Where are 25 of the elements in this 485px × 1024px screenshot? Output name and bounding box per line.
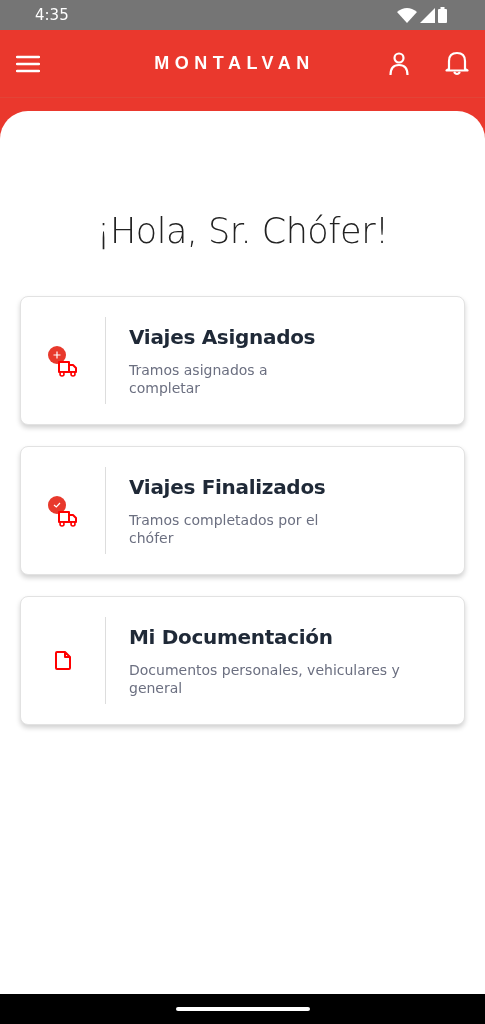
card-title: Viajes Finalizados <box>129 474 326 499</box>
menu-icon <box>16 54 40 73</box>
person-icon <box>389 51 409 76</box>
card-description: Tramos asignados a completar <box>129 360 269 397</box>
notifications-button[interactable] <box>445 51 469 76</box>
menu-card[interactable]: Mi Documentación Documentos personales, vehiculares y general <box>20 596 465 725</box>
card-title: Mi Documentación <box>129 624 334 649</box>
menu-card[interactable]: Viajes Finalizados Tramos completados por el chófer <box>20 446 465 575</box>
menu-card[interactable]: Viajes Asignados Tramos asignados a completar <box>20 296 465 425</box>
battery-icon <box>438 7 447 23</box>
app-title: MONTALVAN <box>153 53 316 74</box>
greeting: ¡Hola, Sr. Chófer! <box>95 210 390 253</box>
card-title: Viajes Asignados <box>129 324 316 349</box>
wifi-icon <box>397 7 417 23</box>
truck-check-icon <box>47 494 79 527</box>
document-icon <box>55 651 71 670</box>
truck-plus-icon <box>47 344 79 377</box>
signal-icon <box>420 7 435 23</box>
profile-button[interactable] <box>389 51 409 76</box>
card-description: Tramos completados por el chófer <box>129 510 320 547</box>
bell-icon <box>445 51 469 76</box>
status-time: 4:35 <box>35 6 69 24</box>
home-handle[interactable] <box>175 1007 310 1011</box>
menu-button[interactable] <box>16 54 40 73</box>
card-description: Documentos personales, vehiculares y general <box>129 660 400 697</box>
